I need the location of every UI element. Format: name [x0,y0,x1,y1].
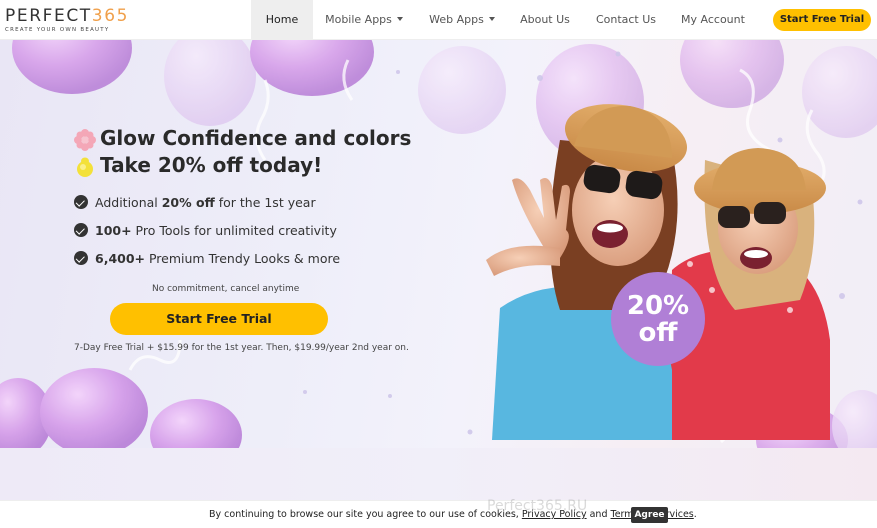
sparkle-flower-icon [74,128,96,151]
bullet-1-prefix: Additional [95,195,162,210]
hero-bullet-2: 100+ Pro Tools for unlimited creativity [74,223,337,238]
bullet-2-highlight: 100+ [95,223,132,238]
models-illustration [486,104,830,440]
check-circle-icon [74,251,88,265]
logo-tagline: CREATE YOUR OWN BEAUTY [5,27,110,33]
nav-home-label: Home [265,13,299,26]
lemon-icon [77,157,93,177]
nav-home[interactable]: Home [251,0,313,40]
nav-web-apps-label: Web Apps [429,13,484,26]
nav-my-account-label: My Account [681,13,745,26]
bullet-1-suffix: for the 1st year [214,195,316,210]
top-navbar: PERFECT365 CREATE YOUR OWN BEAUTY Home M… [0,0,877,40]
discount-badge: 20% off [611,272,705,366]
nav-contact-us-label: Contact Us [595,13,657,26]
hero-banner: Glow Confidence and colors Take 20% off … [0,40,877,448]
bullet-2-suffix: Pro Tools for unlimited creativity [131,223,337,238]
hero-background-illustration [0,40,877,448]
chevron-down-icon [488,17,495,21]
logo-brand-number: 365 [91,6,130,26]
watermark-text: Perfect365.RU [487,498,588,514]
hero-bullet-1: Additional 20% off for the 1st year [74,195,316,210]
nav-about-us[interactable]: About Us [515,0,575,40]
bullet-3-suffix: Premium Trendy Looks & more [145,251,341,266]
bullet-1-highlight: 20% off [161,195,215,210]
logo-wordmark: PERFECT365 [5,6,135,26]
check-circle-icon [74,223,88,237]
commitment-note: No commitment, cancel anytime [152,284,300,294]
hero-headline-1: Glow Confidence and colors [74,126,411,151]
nav-my-account[interactable]: My Account [678,0,748,40]
pricing-note: 7-Day Free Trial + $15.99 for the 1st ye… [74,343,409,353]
logo-brand-text: PERFECT [5,6,92,26]
cookie-text-before: By continuing to browse our site you agr… [209,509,522,520]
cookie-message: By continuing to browse our site you agr… [209,509,697,520]
hero-bullet-3: 6,400+ Premium Trendy Looks & more [74,251,340,266]
check-circle-icon [74,195,88,209]
nav-start-free-trial-button[interactable]: Start Free Trial [773,9,871,31]
hero-start-free-trial-button[interactable]: Start Free Trial [110,303,328,335]
hero-headline-1-text: Glow Confidence and colors [100,126,412,150]
cookie-text-after: . [693,509,697,520]
nav-about-us-label: About Us [520,13,570,26]
hero-headline-2-text: Take 20% off today! [100,153,323,177]
cookie-consent-bar: By continuing to browse our site you agr… [0,500,877,528]
agree-button[interactable]: Agree [631,507,668,523]
nav-mobile-apps[interactable]: Mobile Apps [318,0,410,40]
discount-badge-percent: 20% [626,291,690,321]
bullet-3-highlight: 6,400+ [95,251,146,266]
discount-badge-off: off [638,318,678,348]
cookie-text-mid: and [586,509,611,520]
nav-contact-us[interactable]: Contact Us [592,0,660,40]
nav-mobile-apps-label: Mobile Apps [325,13,392,26]
hero-headline-2: Take 20% off today! [74,153,322,178]
nav-web-apps[interactable]: Web Apps [420,0,504,40]
chevron-down-icon [396,17,403,21]
perfect365-logo[interactable]: PERFECT365 CREATE YOUR OWN BEAUTY [5,6,135,36]
